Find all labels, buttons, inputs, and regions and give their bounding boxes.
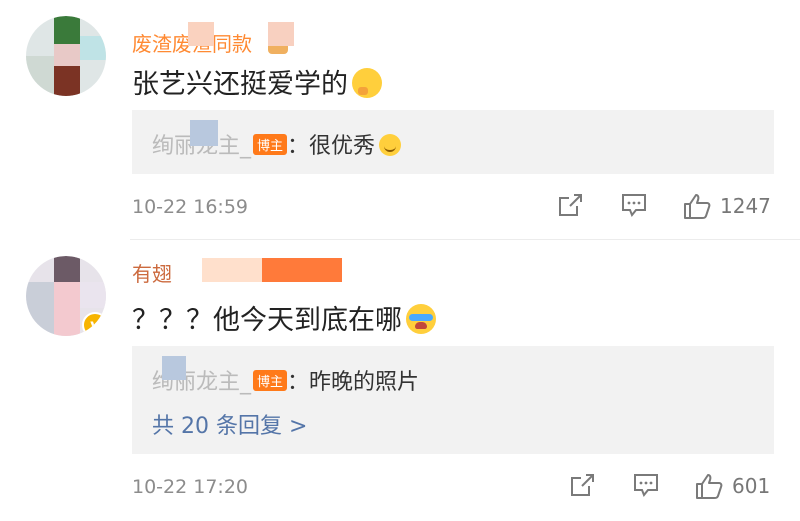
username[interactable]: 有翅 [132,258,342,287]
reply-line: 绚丽龙主_ 博主 ：昨晚的照片 [152,370,420,395]
username[interactable]: 废渣废渣同款 [132,22,294,57]
like-button[interactable]: 1247 [682,192,771,220]
timestamp: 10-22 16:59 [132,196,249,218]
thumbs-up-icon [696,474,723,499]
smile-face-icon [379,134,402,156]
comment-text: ？？？他今天到底在哪 [132,298,436,337]
share-icon [559,194,582,216]
like-count: 1247 [720,194,771,218]
mosaic-block [188,22,214,46]
like-count: 601 [732,474,771,498]
crying-face-icon [406,304,436,334]
verified-icon: v [82,312,106,336]
mosaic-block [262,258,342,282]
share-button[interactable] [556,192,584,218]
mosaic-block [202,258,262,282]
thumbs-up-icon [684,194,711,219]
comment-icon [634,474,658,497]
reply-box[interactable]: 绚丽龙主_ 博主 ：很优秀 [132,110,774,174]
comment-icon [622,194,646,217]
comment-button[interactable] [620,192,648,218]
mosaic-block [190,120,218,146]
mosaic-block [162,356,186,380]
like-button[interactable]: 601 [694,472,770,500]
cheeky-face-icon [352,68,382,98]
share-button[interactable] [568,472,596,498]
author-badge: 博主 [253,370,288,391]
reply-text: 昨晚的照片 [309,370,420,395]
share-icon [571,474,594,496]
comment-item: 废渣废渣同款 张艺兴还挺爱学的 绚丽龙主_博主：很优秀 10-22 16:59 … [0,0,800,240]
view-more-replies-link[interactable]: 共 20 条回复 > [152,408,307,440]
reply-text: 很优秀 [309,134,376,159]
author-badge: 博主 [253,134,288,155]
reply-box[interactable]: 绚丽龙主_ 博主 ：昨晚的照片 共 20 条回复 > [132,346,774,454]
timestamp: 10-22 17:20 [132,476,249,498]
comment-button[interactable] [632,472,660,498]
comment-text: 张艺兴还挺爱学的 [132,62,382,101]
mosaic-block [268,22,294,46]
avatar[interactable]: v [26,256,106,336]
avatar[interactable] [26,16,106,96]
